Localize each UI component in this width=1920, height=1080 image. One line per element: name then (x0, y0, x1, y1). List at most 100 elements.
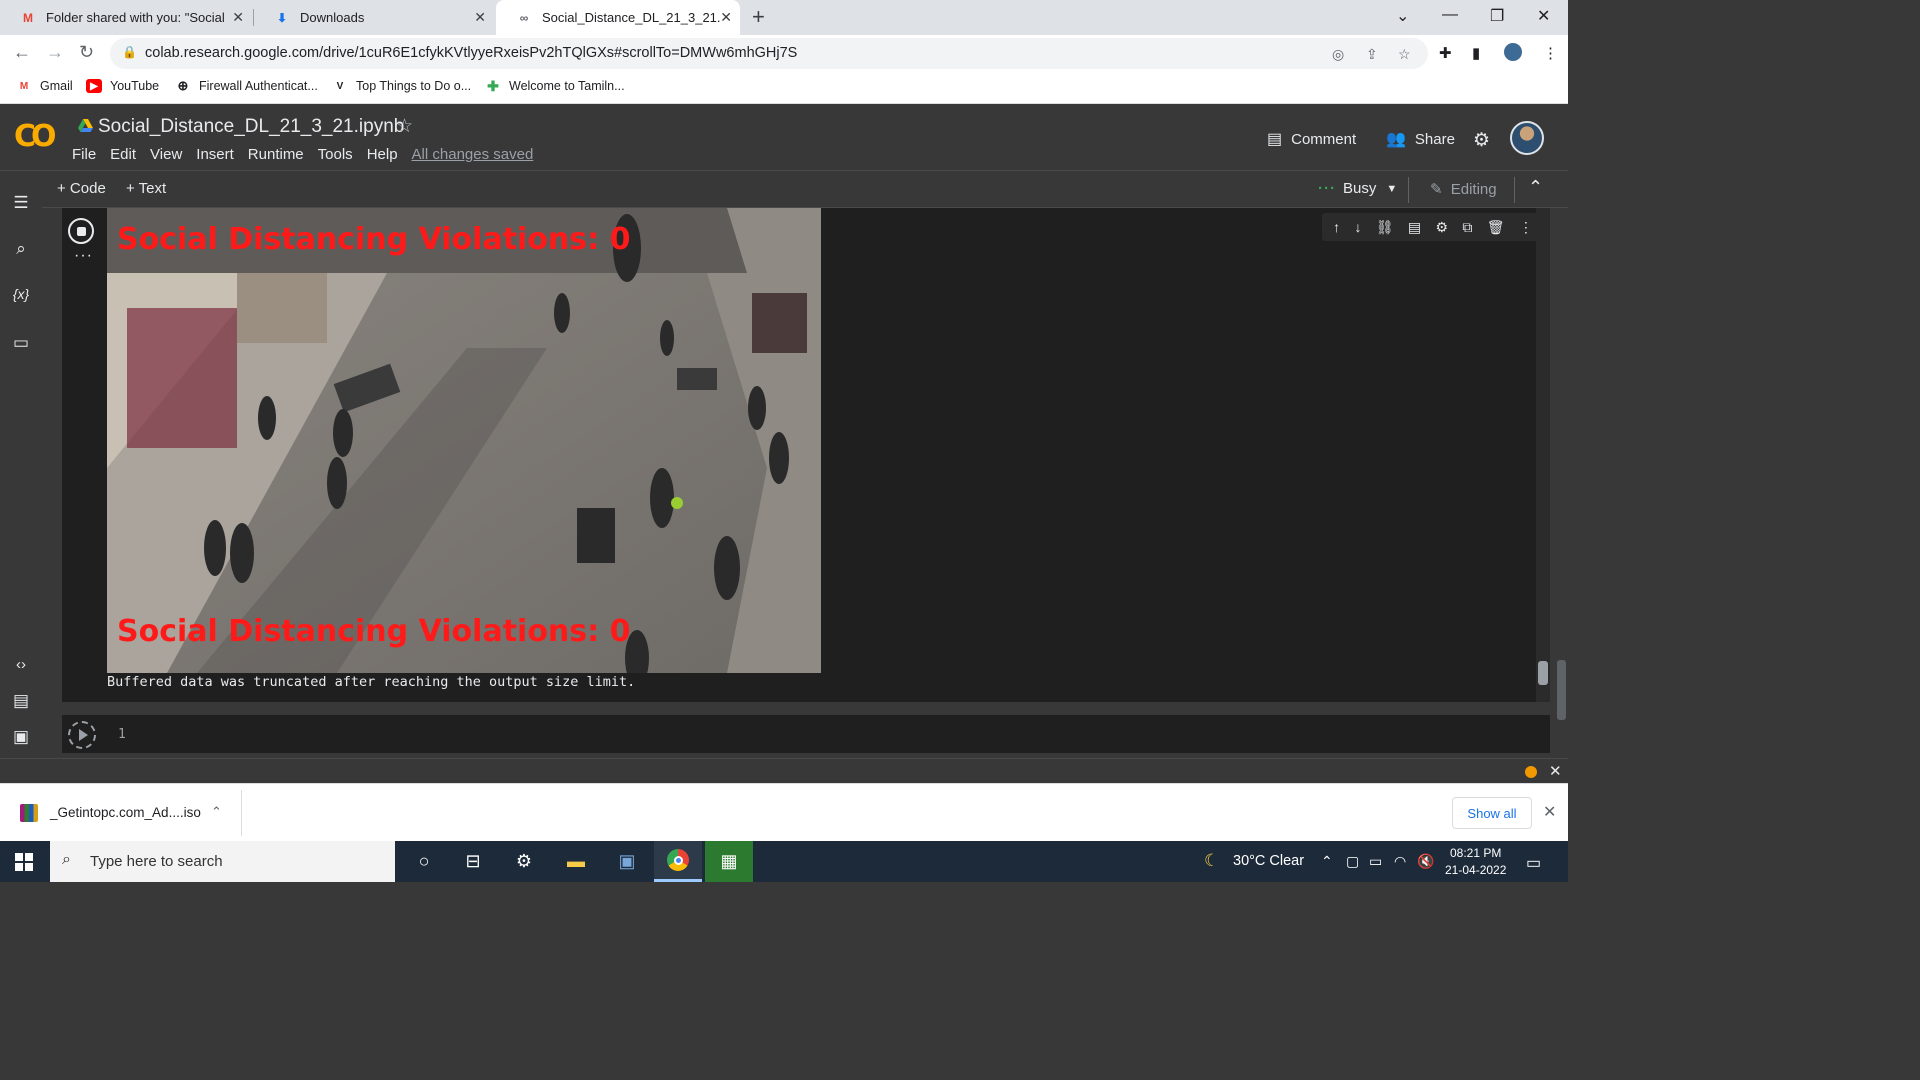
tracking-eye-icon[interactable]: ◎ (1332, 46, 1344, 63)
collapse-header-icon[interactable]: ⌃ (1528, 177, 1543, 198)
comment-icon[interactable]: ▤ (1408, 219, 1421, 236)
account-avatar[interactable] (1510, 121, 1544, 155)
profile-avatar[interactable] (1504, 43, 1522, 61)
mirror-cell-icon[interactable]: ⧉ (1462, 219, 1472, 236)
settings-gear-icon[interactable]: ⚙ (1473, 129, 1490, 152)
tab-downloads[interactable]: ⬇ Downloads ✕ (254, 0, 494, 35)
wifi-icon[interactable]: ◠ (1394, 853, 1406, 870)
tab-colab[interactable]: ∞ Social_Distance_DL_21_3_21.ipyn ✕ (496, 0, 740, 35)
share-button[interactable]: 👥 Share (1386, 129, 1455, 149)
cortana-icon[interactable]: ○ (400, 841, 448, 882)
run-cell-icon[interactable] (68, 721, 96, 749)
restore-icon[interactable]: ❐ (1490, 6, 1504, 26)
settings-gear-icon[interactable]: ⚙ (1435, 219, 1448, 236)
menu-help[interactable]: Help (367, 146, 398, 163)
weather-text[interactable]: 30°C Clear (1233, 853, 1304, 869)
menu-bar: File Edit View Insert Runtime Tools Help… (72, 146, 547, 163)
close-tab-icon[interactable]: ✕ (720, 9, 732, 26)
cell-more-icon[interactable]: ··· (74, 247, 93, 265)
show-all-button[interactable]: Show all (1452, 797, 1532, 829)
tab-search-chevron-icon[interactable]: ⌄ (1396, 6, 1409, 26)
share-page-icon[interactable]: ⇪ (1366, 46, 1378, 63)
empty-code-cell[interactable] (62, 715, 1550, 753)
weather-moon-icon[interactable]: ☾ (1204, 851, 1219, 871)
move-up-icon[interactable]: ↑ (1333, 219, 1340, 235)
comment-button[interactable]: ▤ Comment (1267, 129, 1356, 149)
search-placeholder: Type here to search (90, 853, 223, 870)
code-snippets-icon[interactable]: ‹› (10, 656, 32, 673)
close-download-shelf-icon[interactable]: ✕ (1543, 802, 1556, 822)
windows-start-icon[interactable] (15, 853, 33, 871)
system-clock[interactable]: 08:21 PM 21-04-2022 (1445, 845, 1506, 879)
chrome-icon[interactable] (654, 841, 702, 882)
winrar-icon[interactable]: ▦ (705, 841, 753, 882)
tray-chevron-icon[interactable]: ⌃ (1321, 853, 1333, 870)
bookmark-star-icon[interactable]: ☆ (1398, 46, 1411, 63)
google-drive-icon[interactable] (78, 119, 93, 132)
bookmark-top-things[interactable]: V Top Things to Do o... (332, 79, 471, 93)
new-tab-icon[interactable]: + (752, 4, 765, 30)
move-down-icon[interactable]: ↓ (1354, 219, 1361, 235)
table-of-contents-icon[interactable]: ☰ (10, 193, 32, 213)
add-text-button[interactable]: + Text (126, 180, 166, 197)
forward-icon[interactable]: → (46, 42, 64, 63)
reload-icon[interactable]: ↻ (79, 42, 94, 63)
back-icon[interactable]: ← (13, 42, 31, 63)
bookmark-youtube[interactable]: ▶ YouTube (86, 79, 159, 93)
meet-now-icon[interactable]: ▢ (1346, 853, 1359, 870)
extensions-icon[interactable]: ✚ (1439, 44, 1452, 62)
address-bar[interactable]: 🔒 colab.research.google.com/drive/1cuR6E… (110, 38, 1428, 69)
settings-gear-icon[interactable]: ⚙ (500, 841, 548, 882)
notebook-title[interactable]: Social_Distance_DL_21_3_21.ipynb (98, 116, 404, 138)
close-window-icon[interactable]: ✕ (1537, 6, 1550, 26)
search-icon[interactable]: ⌕ (10, 239, 32, 259)
scroll-thumb[interactable] (1557, 660, 1566, 720)
menu-edit[interactable]: Edit (110, 146, 136, 163)
folder-icon[interactable]: ▭ (10, 333, 32, 353)
close-tab-icon[interactable]: ✕ (232, 9, 244, 26)
notifications-icon[interactable]: ▭ (1526, 853, 1541, 873)
chrome-menu-icon[interactable]: ⋮ (1543, 44, 1558, 62)
screen-app-icon[interactable]: ▣ (603, 841, 651, 882)
link-icon[interactable]: ⛓ (1376, 219, 1394, 236)
colab-logo[interactable]: CO (14, 119, 56, 154)
menu-runtime[interactable]: Runtime (248, 146, 304, 163)
close-tab-icon[interactable]: ✕ (474, 9, 486, 26)
battery-icon[interactable]: ▭ (1369, 853, 1382, 870)
close-status-icon[interactable]: ✕ (1549, 762, 1562, 780)
tab-gmail[interactable]: M Folder shared with you: "Social D ✕ (0, 0, 252, 35)
status-bar: ✕ (0, 758, 1568, 783)
chevron-up-icon[interactable]: ⌃ (211, 804, 222, 820)
minimize-icon[interactable]: — (1442, 6, 1458, 24)
menu-insert[interactable]: Insert (196, 146, 234, 163)
save-status[interactable]: All changes saved (412, 146, 534, 163)
bookmark-tamiln[interactable]: ✚ Welcome to Tamiln... (485, 78, 624, 94)
terminal-icon[interactable]: ▣ (10, 727, 32, 747)
file-explorer-icon[interactable]: ▬ (552, 841, 600, 882)
scroll-thumb[interactable] (1538, 661, 1548, 685)
side-panel-icon[interactable]: ▮ (1472, 44, 1480, 62)
bookmark-gmail[interactable]: M Gmail (16, 79, 73, 93)
output-scrollbar[interactable] (1536, 208, 1550, 702)
notebook-scrollbar[interactable] (1554, 208, 1568, 758)
more-vert-icon[interactable]: ⋮ (1519, 219, 1533, 236)
command-palette-icon[interactable]: ▤ (10, 691, 32, 711)
taskbar-search-input[interactable]: ⌕ Type here to search (50, 841, 395, 882)
stop-execution-icon[interactable] (68, 218, 94, 244)
bookmark-firewall[interactable]: ⊕ Firewall Authenticat... (175, 78, 318, 93)
add-code-button[interactable]: + Code (57, 180, 106, 197)
output-video-frame (107, 208, 821, 673)
variables-icon[interactable]: {x} (10, 286, 32, 302)
runtime-status-button[interactable]: ··· Busy ▼ (1318, 180, 1397, 197)
download-filename[interactable]: _Getintopc.com_Ad....iso (50, 805, 201, 820)
delete-icon[interactable]: 🗑 (1487, 219, 1505, 236)
menu-view[interactable]: View (150, 146, 182, 163)
menu-tools[interactable]: Tools (318, 146, 353, 163)
task-view-icon[interactable]: ⊟ (449, 841, 497, 882)
menu-file[interactable]: File (72, 146, 96, 163)
lock-icon[interactable]: 🔒 (122, 45, 137, 59)
editing-mode-button[interactable]: ✎ Editing (1430, 180, 1497, 198)
star-notebook-icon[interactable]: ☆ (396, 115, 413, 138)
status-indicator-dot[interactable] (1525, 766, 1537, 778)
volume-muted-icon[interactable]: 🔇 (1417, 853, 1434, 870)
